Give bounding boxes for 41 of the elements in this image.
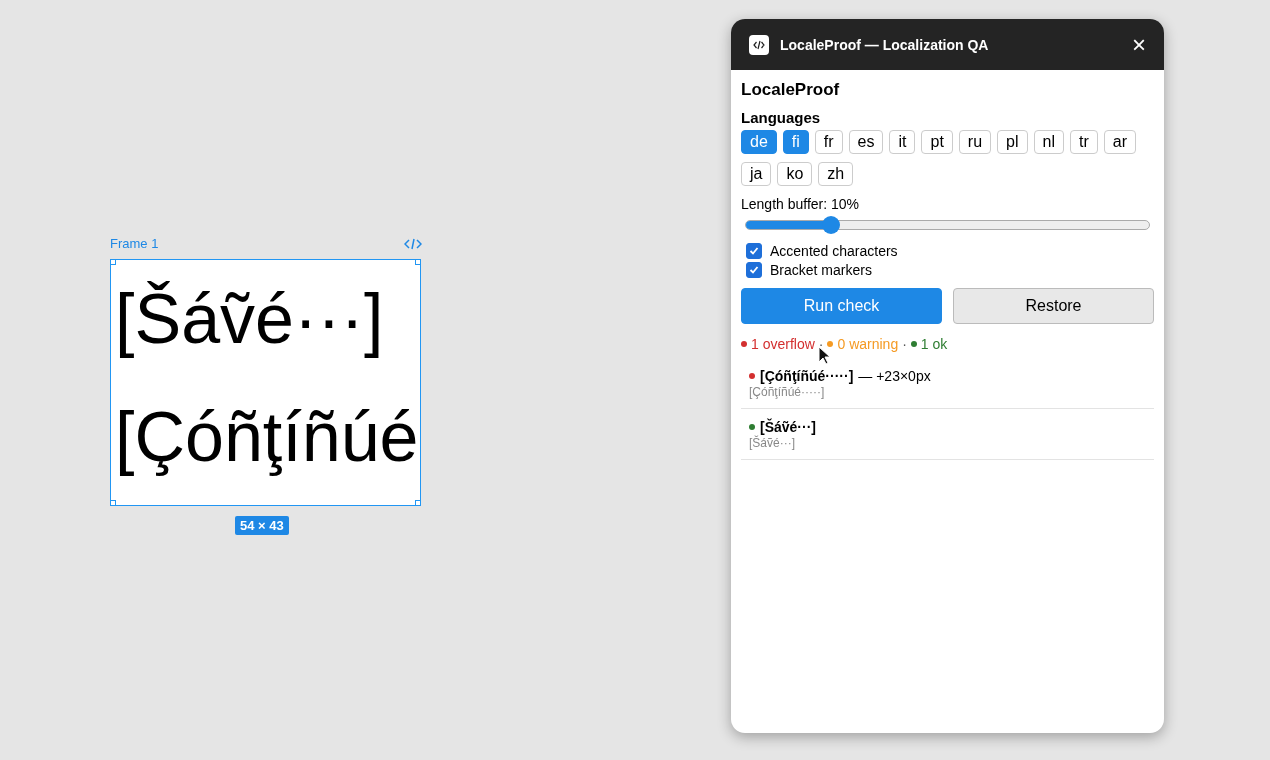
language-chip[interactable]: it — [889, 130, 916, 154]
code-icon — [749, 34, 769, 55]
restore-button[interactable]: Restore — [953, 288, 1154, 324]
result-title: [Šáṽé···] — [760, 419, 816, 435]
window-title: LocaleProof — Localization QA — [780, 36, 990, 53]
status-count: 0 warning — [837, 336, 899, 352]
slider-thumb[interactable] — [821, 216, 840, 234]
section-label: Languages — [741, 109, 822, 126]
size-badge: 54 × 43 — [235, 516, 289, 535]
code-icon[interactable] — [404, 237, 422, 250]
language-chip[interactable]: pl — [997, 130, 1028, 154]
run-button[interactable]: Run check — [741, 288, 942, 324]
language-chip[interactable]: ar — [1103, 130, 1136, 154]
status-count: 1 overflow — [751, 336, 815, 352]
language-chip[interactable]: pt — [921, 130, 953, 154]
checkbox-label[interactable]: Bracket markers — [770, 262, 872, 278]
separator-dot: · — [818, 336, 824, 352]
separator-dot: · — [902, 336, 907, 352]
language-chip[interactable]: zh — [818, 162, 854, 186]
language-chip[interactable]: es — [848, 130, 884, 154]
language-chip[interactable]: fi — [782, 130, 809, 154]
result-original: [Šáṽé···] — [749, 436, 796, 450]
language-chip[interactable]: de — [741, 130, 777, 154]
result-original: [Çóñţíñúé·····] — [749, 385, 826, 399]
checkbox[interactable] — [746, 262, 762, 278]
language-chip[interactable]: ko — [777, 162, 813, 186]
language-chip[interactable]: ru — [958, 130, 992, 154]
close-button[interactable]: × — [1132, 32, 1146, 57]
language-chip[interactable]: fr — [814, 130, 843, 154]
status-count: 1 ok — [920, 336, 948, 352]
result-title: [Çóñţíñúé·····] — [760, 368, 854, 384]
result-detail: — +23×0px — [858, 368, 931, 384]
language-chip[interactable]: ja — [741, 162, 772, 186]
plugin-heading: LocaleProof — [741, 80, 841, 100]
cursor-icon — [818, 346, 832, 366]
checkbox[interactable] — [746, 243, 762, 259]
language-chip[interactable]: tr — [1069, 130, 1098, 154]
language-chip[interactable]: nl — [1033, 130, 1064, 154]
checkbox-label[interactable]: Accented characters — [770, 243, 898, 259]
slider-label: Length buffer: 10% — [741, 196, 861, 212]
frame[interactable]: [Šáṽé···] [Çóñţíñúé — [110, 259, 421, 506]
